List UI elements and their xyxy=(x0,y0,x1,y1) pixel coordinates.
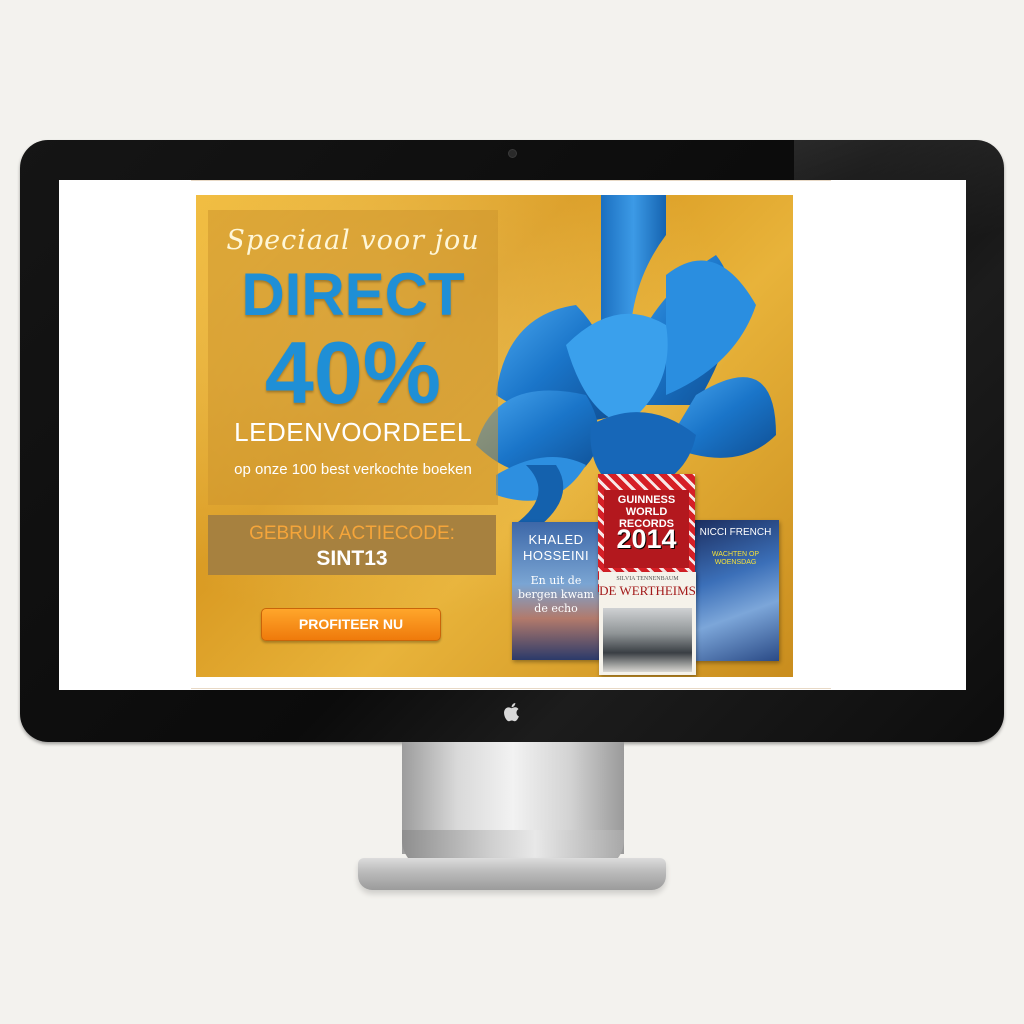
book-title: DE WERTHEIMS xyxy=(599,583,696,598)
book-title: WACHTEN OP WOENSDAG xyxy=(711,551,760,566)
cover-photo xyxy=(603,608,692,672)
offer-subline: op onze 100 best verkochte boeken xyxy=(234,461,472,478)
promo-code-box: GEBRUIK ACTIECODE: SINT13 xyxy=(208,515,496,575)
book-year: 2014 xyxy=(616,524,677,554)
camera-icon xyxy=(508,149,517,158)
book-author: SILVIA TENNENBAUM xyxy=(616,576,679,582)
email-divider-bottom xyxy=(191,688,831,689)
promo-banner[interactable]: Speciaal voor jou DIRECT 40% LEDENVOORDE… xyxy=(196,195,793,677)
book-cover-wertheims[interactable]: SILVIA TENNENBAUM DE WERTHEIMS xyxy=(599,572,696,675)
benefit-label: LEDENVOORDEEL xyxy=(234,417,472,447)
email-divider-top xyxy=(191,180,831,181)
book-cover-french[interactable]: NICCI FRENCH WACHTEN OP WOENSDAG xyxy=(692,520,779,661)
book-author: KHALED HOSSEINI xyxy=(522,532,590,563)
book-cover-hosseini[interactable]: KHALED HOSSEINI En uit de bergen kwam de… xyxy=(512,522,600,660)
profiteer-nu-button[interactable]: PROFITEER NU xyxy=(261,608,441,641)
apple-logo-icon xyxy=(504,703,519,722)
screen: Speciaal voor jou DIRECT 40% LEDENVOORDE… xyxy=(59,180,966,690)
book-title: En uit de bergen kwam de echo xyxy=(517,574,594,615)
book-author: NICCI FRENCH xyxy=(699,527,772,538)
monitor-stand-base xyxy=(358,858,666,890)
tagline: Speciaal voor jou xyxy=(226,225,480,256)
promo-code-value: SINT13 xyxy=(316,547,388,570)
discount-value: 40% xyxy=(264,323,442,422)
promo-code-label: GEBRUIK ACTIECODE: xyxy=(249,523,455,544)
headline: DIRECT xyxy=(241,261,465,328)
